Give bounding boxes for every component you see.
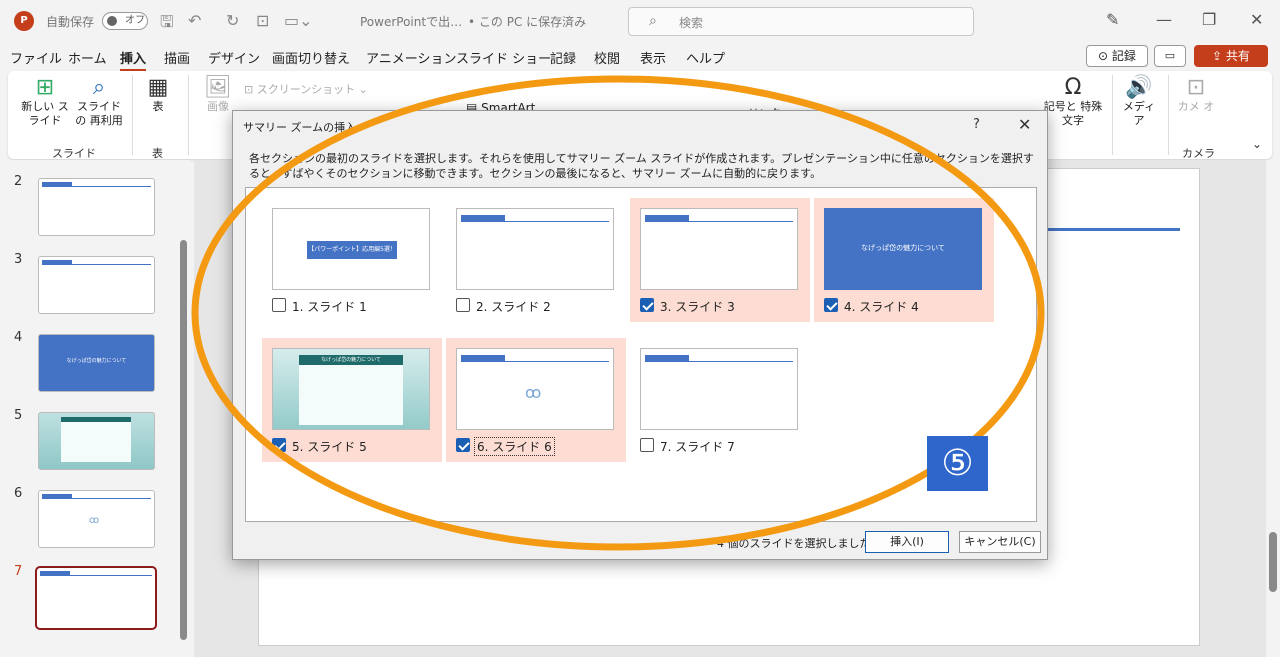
annotation-overlay xyxy=(191,75,1045,551)
annotation-oval xyxy=(191,75,1045,551)
step-badge: ⑤ xyxy=(927,436,988,491)
